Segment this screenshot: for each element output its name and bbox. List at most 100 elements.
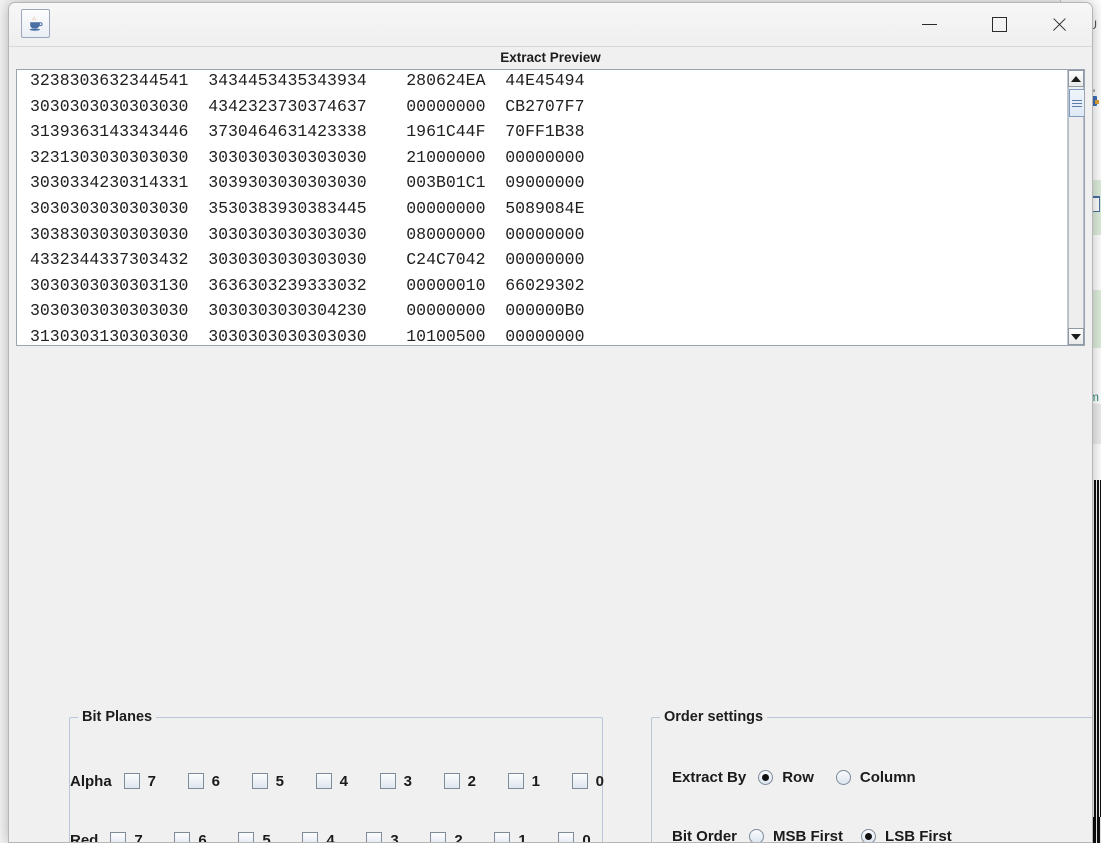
- checkbox-alpha-bit-7[interactable]: [123, 773, 140, 789]
- bit-cell-red-1[interactable]: 1: [494, 831, 558, 843]
- checkbox-red-bit-3[interactable]: [366, 832, 383, 842]
- checkbox-red-bit-0[interactable]: [558, 832, 575, 842]
- preview-panel-title: Extract Preview: [9, 47, 1092, 69]
- extract-by-row: Extract By Row Column: [672, 769, 916, 786]
- checkbox-red-bit-2[interactable]: [430, 832, 447, 842]
- bit-order-option-lsb-label: LSB First: [885, 828, 952, 843]
- radio-extract-by-row[interactable]: [758, 770, 774, 785]
- bit-cell-alpha-4[interactable]: 4: [315, 773, 380, 790]
- bit-number-label: 5: [262, 831, 271, 843]
- scrollbar-grip-icon: [1072, 99, 1082, 107]
- hex-dump-panel: 3238303632344541 3434453435343934 280624…: [16, 69, 1085, 346]
- bit-cell-alpha-6[interactable]: 6: [187, 772, 252, 790]
- bit-number-label: 7: [147, 772, 157, 790]
- bit-cell-red-0[interactable]: 0: [558, 831, 622, 843]
- bit-plane-row-red: Red 7 6 5 4 3 2 1 0: [70, 827, 602, 843]
- checkbox-red-bit-4[interactable]: [302, 832, 319, 842]
- extract-by-option-row-label: Row: [782, 769, 814, 786]
- extract-by-option-column[interactable]: Column: [835, 769, 916, 786]
- extract-by-option-row[interactable]: Row: [758, 769, 814, 786]
- scroll-up-icon: [1071, 75, 1081, 82]
- scroll-up-button[interactable]: [1068, 70, 1084, 87]
- bit-order-row: Bit Order MSB First LSB First: [672, 828, 952, 843]
- bit-cell-alpha-0[interactable]: 0: [571, 772, 636, 790]
- minimize-button[interactable]: [906, 3, 952, 46]
- bit-cell-red-3[interactable]: 3: [366, 832, 430, 842]
- hex-dump-text[interactable]: 3238303632344541 3434453435343934 280624…: [30, 70, 1060, 346]
- bit-cell-red-4[interactable]: 4: [302, 831, 366, 843]
- bit-cell-alpha-2[interactable]: 2: [443, 772, 508, 790]
- bit-number-label: 0: [582, 831, 591, 843]
- bit-cell-red-5[interactable]: 5: [238, 831, 302, 843]
- checkbox-alpha-bit-2[interactable]: [443, 773, 460, 789]
- extract-preview-dialog: Extract Preview 3238303632344541 3434453…: [8, 2, 1093, 843]
- hex-dump-line: 3030303030303030 3030303030304230 000000…: [30, 301, 585, 321]
- maximize-icon: [991, 17, 1007, 32]
- bit-number-label: 1: [518, 831, 527, 843]
- scroll-down-button[interactable]: [1068, 328, 1084, 345]
- hex-dump-line: 3030303030303130 3636303239333032 000000…: [30, 275, 585, 295]
- bit-number-label: 6: [198, 831, 207, 843]
- scrollbar-thumb[interactable]: [1069, 89, 1084, 117]
- radio-bit-order-msb[interactable]: [749, 829, 765, 842]
- bit-number-label: 2: [467, 772, 477, 790]
- bit-checkbox-group-red: 7 6 5 4 3 2 1 0: [110, 831, 622, 843]
- extract-by-option-column-label: Column: [859, 769, 916, 786]
- checkbox-red-bit-5[interactable]: [238, 832, 255, 842]
- checkbox-alpha-bit-4[interactable]: [315, 773, 332, 789]
- bit-number-label: 1: [531, 772, 541, 790]
- radio-bit-order-lsb[interactable]: [861, 829, 877, 842]
- order-settings-group: Order settings Extract By Row Column Bit…: [651, 709, 1092, 843]
- checkbox-alpha-bit-1[interactable]: [507, 773, 524, 789]
- bit-cell-alpha-7[interactable]: 7: [123, 772, 188, 790]
- checkbox-red-bit-7[interactable]: [110, 832, 127, 842]
- bit-cell-red-2[interactable]: 2: [430, 832, 494, 842]
- channel-label-alpha: Alpha: [70, 772, 112, 790]
- hex-dump-scrollbar[interactable]: [1067, 70, 1084, 345]
- bit-order-option-msb[interactable]: MSB First: [749, 828, 844, 843]
- checkbox-red-bit-1[interactable]: [494, 832, 511, 842]
- hex-dump-line: 3139363143343446 3730464631423338 1961C4…: [30, 122, 585, 142]
- checkbox-red-bit-6[interactable]: [174, 832, 191, 842]
- bit-number-label: 3: [403, 772, 413, 790]
- bit-number-label: 0: [595, 772, 605, 790]
- bg-dot-icon: [1095, 100, 1099, 104]
- bit-cell-alpha-3[interactable]: 3: [379, 772, 444, 790]
- radio-extract-by-column[interactable]: [835, 770, 851, 785]
- scrollbar-track[interactable]: [1068, 87, 1084, 328]
- hex-dump-line: 3030334230314331 3039303030303030 003B01…: [30, 173, 585, 193]
- close-icon: [1051, 17, 1067, 33]
- hex-dump-line: 4332344337303432 3030303030303030 C24C70…: [30, 250, 585, 270]
- checkbox-alpha-bit-6[interactable]: [187, 773, 204, 789]
- maximize-button[interactable]: [976, 3, 1022, 46]
- java-coffee-cup-icon: [21, 9, 50, 38]
- bit-order-label: Bit Order: [672, 828, 738, 843]
- channel-label-red: Red: [70, 831, 99, 843]
- bit-number-label: 7: [134, 831, 143, 843]
- scroll-down-icon: [1071, 333, 1081, 340]
- bit-cell-red-7[interactable]: 7: [110, 831, 174, 843]
- bit-planes-title: Bit Planes: [82, 709, 153, 725]
- bit-order-option-lsb[interactable]: LSB First: [861, 828, 952, 843]
- hex-dump-line: 3130303130303030 3030303030303030 101005…: [30, 326, 585, 346]
- checkbox-alpha-bit-0[interactable]: [571, 773, 588, 789]
- bit-order-option-msb-label: MSB First: [773, 828, 844, 843]
- bit-plane-row-alpha: Alpha 7 6 5 4 3 2 1 0: [70, 768, 604, 794]
- bit-cell-alpha-1[interactable]: 1: [507, 772, 572, 790]
- bit-number-label: 6: [211, 772, 221, 790]
- close-button[interactable]: [1036, 3, 1082, 46]
- checkbox-alpha-bit-3[interactable]: [379, 773, 396, 789]
- extract-by-label: Extract By: [672, 769, 747, 786]
- hex-dump-line: 3231303030303030 3030303030303030 210000…: [30, 147, 585, 167]
- bit-cell-alpha-5[interactable]: 5: [251, 772, 316, 790]
- bit-number-label: 5: [275, 772, 285, 790]
- dialog-body: Bit Planes Alpha 76543210 Red 76543210 G…: [9, 346, 1092, 842]
- bit-cell-red-6[interactable]: 6: [174, 831, 238, 843]
- bit-planes-group: Bit Planes Alpha 76543210 Red 76543210 G…: [69, 709, 604, 843]
- hex-dump-line: 3238303632344541 3434453435343934 280624…: [30, 71, 585, 90]
- hex-dump-line: 3030303030303030 3530383930383445 000000…: [30, 198, 585, 218]
- bit-checkbox-group-alpha: 7 6 5 4 3 2 1 0: [123, 772, 636, 790]
- bit-number-label: 4: [326, 831, 335, 843]
- checkbox-alpha-bit-5[interactable]: [251, 773, 268, 789]
- hex-dump-line: 3030303030303030 4342323730374637 000000…: [30, 96, 585, 116]
